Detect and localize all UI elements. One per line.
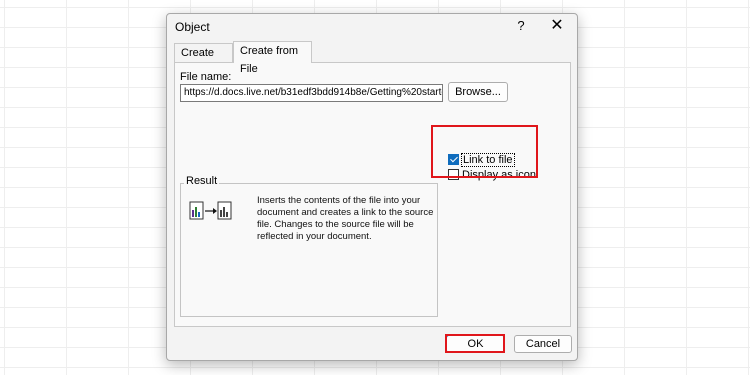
result-legend: Result — [184, 175, 220, 187]
create-from-file-panel: File name: https://d.docs.live.net/b31ed… — [174, 62, 571, 327]
browse-button[interactable]: Browse... — [448, 82, 508, 102]
object-dialog: Object ? ✕ Create New Create from File F… — [166, 13, 578, 361]
file-name-input[interactable]: https://d.docs.live.net/b31edf3bdd914b8e… — [180, 84, 443, 102]
tab-create-new[interactable]: Create New — [174, 43, 233, 77]
link-object-icon — [189, 201, 232, 220]
result-groupbox: Result Inserts the contents of the file … — [180, 175, 438, 317]
dialog-title: Object — [175, 20, 210, 34]
highlight-box-ok — [445, 334, 505, 353]
help-icon[interactable]: ? — [514, 18, 528, 34]
result-description: Inserts the contents of the file into yo… — [257, 195, 434, 242]
tab-create-from-file[interactable]: Create from File — [233, 41, 312, 75]
cancel-button[interactable]: Cancel — [514, 335, 572, 353]
close-icon[interactable]: ✕ — [547, 16, 567, 36]
file-name-label: File name: — [180, 71, 232, 83]
dialog-titlebar: Object ? ✕ — [167, 14, 577, 40]
highlight-box-link-options — [431, 125, 538, 178]
